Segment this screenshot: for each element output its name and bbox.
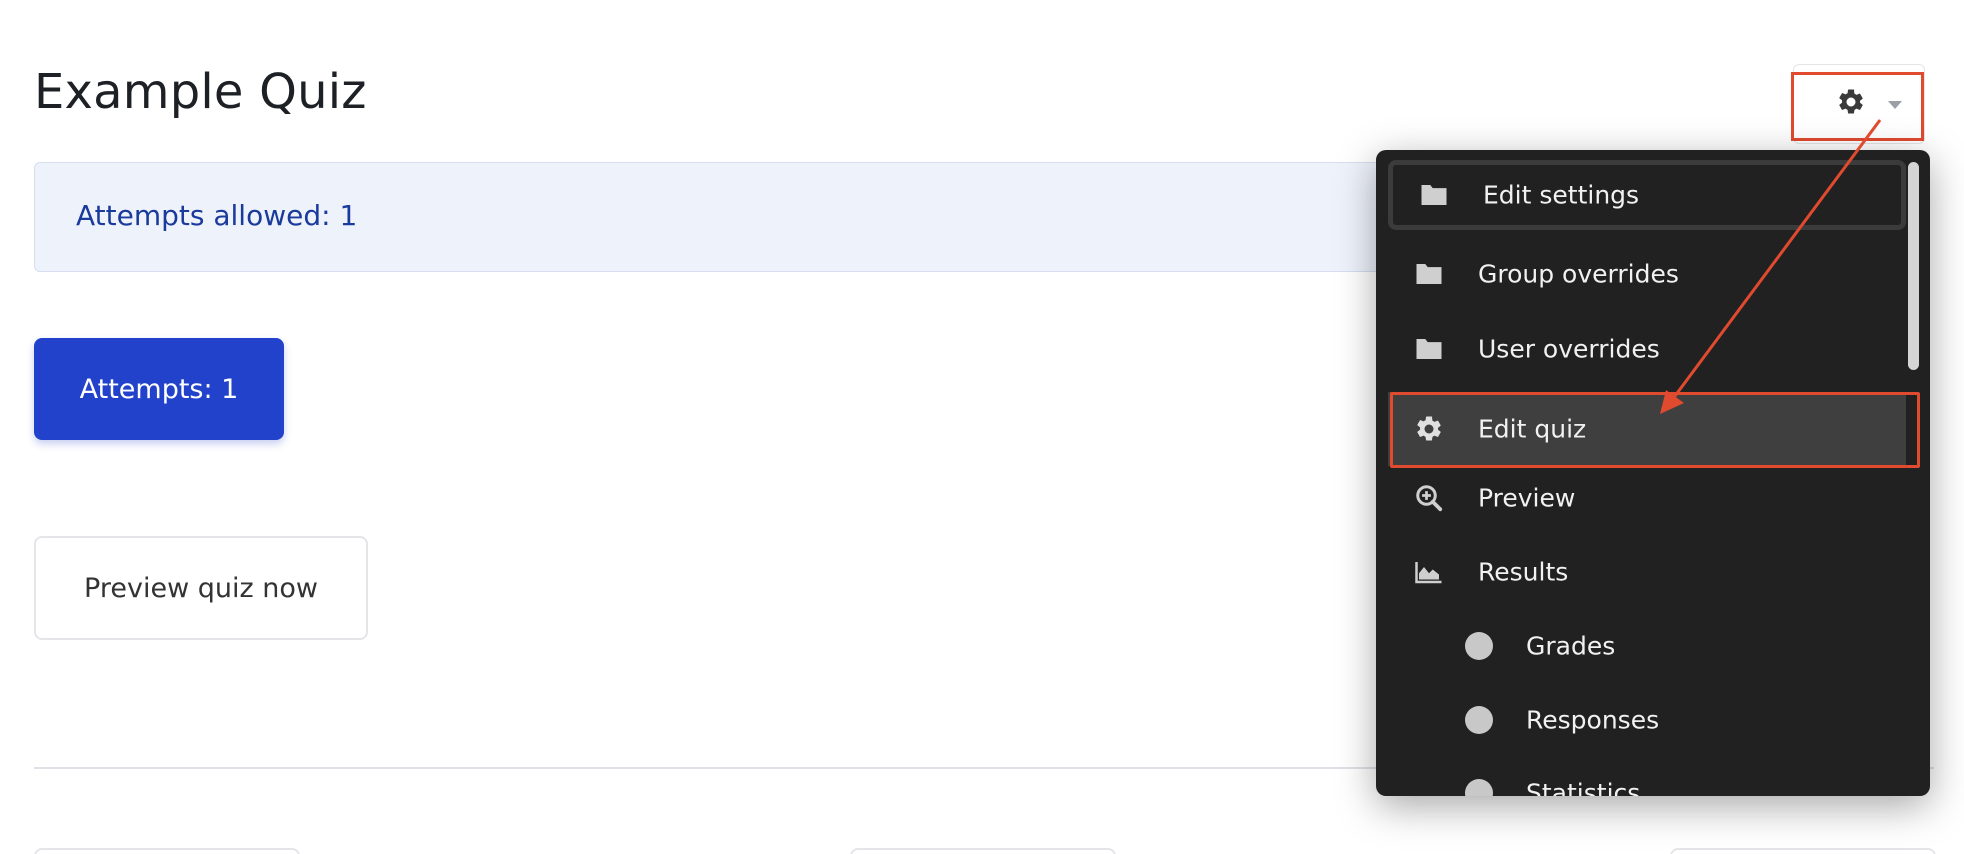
menu-item-label: Edit settings <box>1483 180 1640 210</box>
bottom-button-middle[interactable] <box>850 848 1116 854</box>
menu-item-label: Statistics <box>1526 778 1641 797</box>
page-title: Example Quiz <box>34 64 367 120</box>
folder-icon <box>1413 333 1445 365</box>
menu-item-group-overrides[interactable]: Group overrides <box>1388 239 1906 309</box>
circle-icon <box>1463 704 1495 736</box>
menu-item-label: Results <box>1478 557 1569 587</box>
menu-item-label: User overrides <box>1478 334 1660 364</box>
menu-item-grades[interactable]: Grades <box>1388 611 1906 681</box>
area-chart-icon <box>1413 556 1445 588</box>
menu-item-edit-settings[interactable]: Edit settings <box>1388 160 1906 230</box>
folder-icon <box>1418 179 1450 211</box>
menu-item-label: Group overrides <box>1478 259 1679 289</box>
menu-item-label: Responses <box>1526 705 1660 735</box>
annotation-box-edit-quiz <box>1390 392 1920 468</box>
folder-icon <box>1413 258 1445 290</box>
menu-item-statistics[interactable]: Statistics <box>1388 758 1906 796</box>
settings-dropdown-menu: Edit settings Group overrides User overr… <box>1376 150 1930 796</box>
menu-item-responses[interactable]: Responses <box>1388 685 1906 755</box>
annotation-box-toggle <box>1791 72 1924 141</box>
menu-item-results[interactable]: Results <box>1388 537 1906 607</box>
menu-scrollbar[interactable] <box>1908 162 1919 370</box>
menu-item-label: Grades <box>1526 631 1616 661</box>
circle-icon <box>1463 777 1495 796</box>
quiz-page: Example Quiz Attempts allowed: 1 Attempt… <box>0 0 1964 854</box>
preview-quiz-button[interactable]: Preview quiz now <box>34 536 368 640</box>
attempts-button[interactable]: Attempts: 1 <box>34 338 284 440</box>
attempts-info-box: Attempts allowed: 1 <box>34 162 1534 272</box>
zoom-in-icon <box>1413 482 1445 514</box>
menu-item-preview[interactable]: Preview <box>1388 463 1906 533</box>
bottom-button-left[interactable] <box>34 848 300 854</box>
menu-item-user-overrides[interactable]: User overrides <box>1388 314 1906 384</box>
circle-icon <box>1463 630 1495 662</box>
attempts-allowed-text: Attempts allowed: 1 <box>76 199 358 232</box>
bottom-button-right[interactable] <box>1670 848 1936 854</box>
menu-item-label: Preview <box>1478 483 1576 513</box>
